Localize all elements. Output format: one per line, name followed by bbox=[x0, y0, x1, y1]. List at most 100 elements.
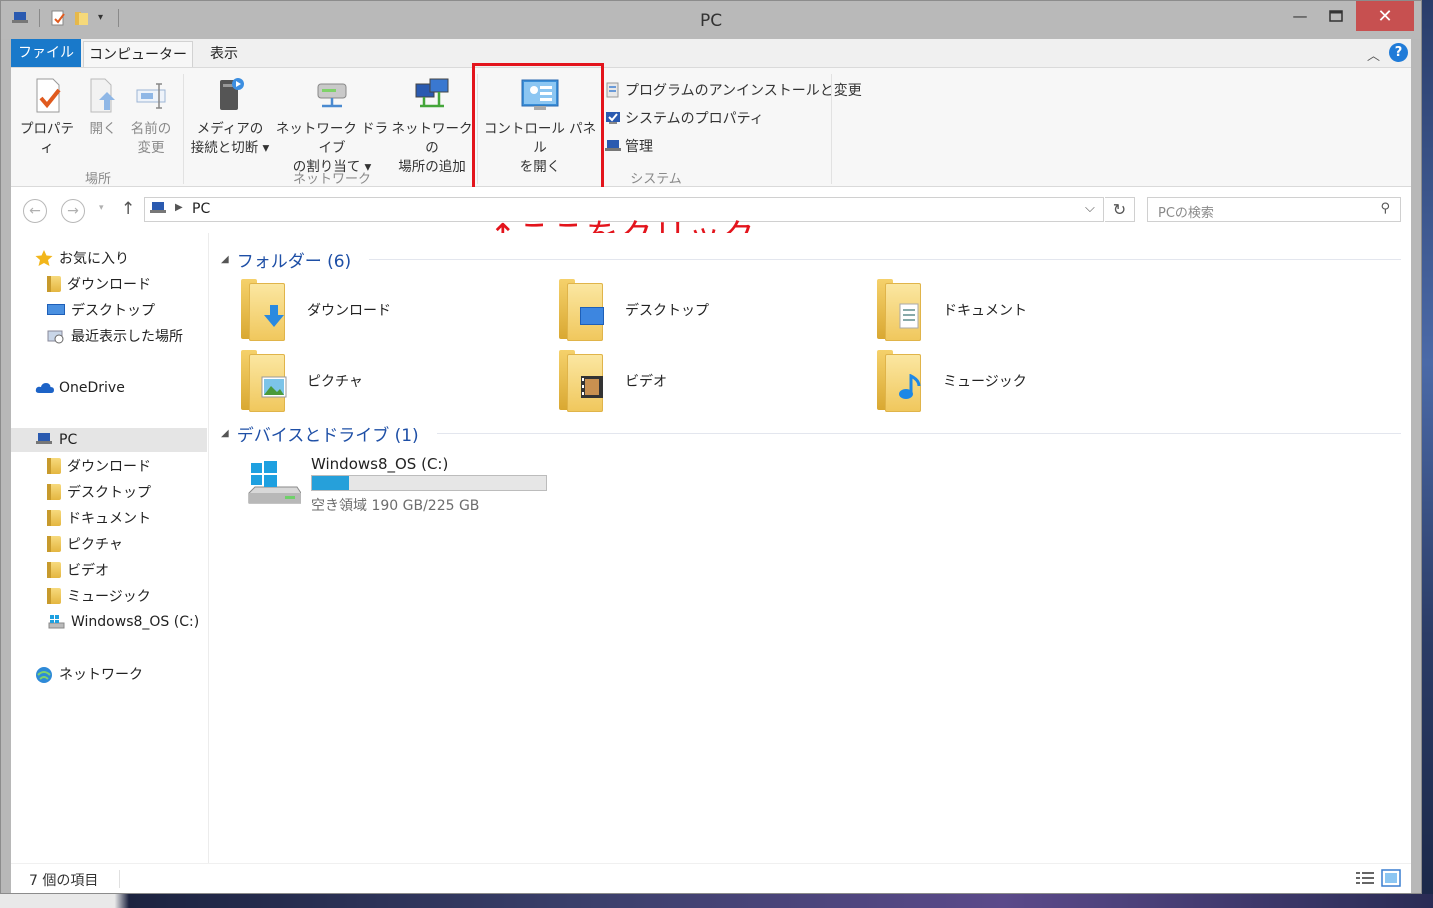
address-dropdown-icon[interactable]: ⌵ bbox=[1085, 201, 1095, 216]
tab-computer[interactable]: コンピューター bbox=[83, 41, 193, 67]
rename-button[interactable]: 名前の 変更 bbox=[125, 76, 177, 158]
nav-pc-music[interactable]: ミュージック bbox=[47, 584, 151, 608]
nav-pc-downloads[interactable]: ダウンロード bbox=[47, 454, 151, 478]
network-icon bbox=[35, 666, 53, 683]
open-button[interactable]: 開く bbox=[83, 76, 123, 139]
window-title: PC bbox=[699, 11, 723, 31]
properties-button[interactable]: プロパティ bbox=[15, 76, 79, 158]
status-bar: 7 個の項目 bbox=[11, 863, 1411, 893]
folder-music[interactable]: ミュージック bbox=[877, 350, 1027, 412]
manage-button[interactable]: 管理 bbox=[605, 136, 653, 156]
onedrive-icon bbox=[35, 380, 54, 396]
address-path[interactable]: PC bbox=[192, 201, 210, 217]
folder-downloads[interactable]: ダウンロード bbox=[241, 279, 391, 341]
music-folder-icon bbox=[877, 350, 925, 412]
content-pane: ◢ フォルダー (6) ダウンロード デスクトップ ドキュメント ピクチャ ビデ… bbox=[221, 233, 1411, 863]
uninstall-program-button[interactable]: プログラムのアンインストールと変更 bbox=[605, 80, 862, 100]
rename-icon bbox=[133, 76, 169, 114]
map-network-drive-button[interactable]: ネットワーク ドライブ の割り当て ▾ bbox=[273, 76, 391, 177]
large-icons-view-icon[interactable] bbox=[1381, 869, 1401, 887]
desktop-background bbox=[1422, 0, 1433, 908]
collapse-triangle-icon[interactable]: ◢ bbox=[221, 254, 229, 265]
tab-view[interactable]: 表示 bbox=[201, 41, 247, 67]
nav-fav-recent-places[interactable]: 最近表示した場所 bbox=[47, 324, 183, 348]
desktop-icon bbox=[47, 302, 65, 318]
explorer-window: ▾ PC — ✕ ファイル コンピューター 表示 ︿ ? プロパティ 開く 名前… bbox=[0, 0, 1422, 894]
drive-name: Windows8_OS (C:) bbox=[311, 455, 449, 473]
pc-icon bbox=[149, 201, 167, 217]
nav-network[interactable]: ネットワーク bbox=[35, 662, 143, 686]
search-placeholder: PCの検索 bbox=[1158, 206, 1214, 221]
network-location-icon bbox=[414, 76, 450, 114]
media-connect-button[interactable]: メディアの 接続と切断 ▾ bbox=[187, 76, 273, 158]
pictures-folder-icon bbox=[241, 350, 289, 412]
drive-usage-fill bbox=[312, 476, 350, 490]
annotation-highlight-box bbox=[472, 63, 604, 196]
nav-fav-downloads[interactable]: ダウンロード bbox=[47, 272, 151, 296]
close-button[interactable]: ✕ bbox=[1356, 1, 1414, 31]
drive-icon bbox=[47, 614, 65, 630]
desktop-folder-icon bbox=[559, 279, 607, 341]
star-icon bbox=[35, 250, 53, 266]
maximize-button[interactable] bbox=[1319, 1, 1353, 31]
open-icon bbox=[85, 76, 121, 114]
folders-section-header[interactable]: ◢ フォルダー (6) bbox=[221, 247, 1401, 272]
search-icon[interactable]: ⚲ bbox=[1380, 201, 1390, 216]
refresh-button[interactable]: ↻ bbox=[1105, 197, 1135, 222]
ribbon: プロパティ 開く 名前の 変更 場所 メディアの 接続と切断 ▾ ネットワーク … bbox=[11, 67, 1411, 187]
folder-pictures[interactable]: ピクチャ bbox=[241, 350, 363, 412]
nav-pc-desktop[interactable]: デスクトップ bbox=[47, 480, 151, 504]
help-icon[interactable]: ? bbox=[1389, 43, 1408, 62]
status-separator bbox=[119, 870, 120, 888]
tab-file[interactable]: ファイル bbox=[11, 39, 81, 67]
up-button[interactable]: ↑ bbox=[121, 199, 135, 219]
videos-folder-icon bbox=[559, 350, 607, 412]
devices-section-header[interactable]: ◢ デバイスとドライブ (1) bbox=[221, 421, 1401, 446]
folder-icon bbox=[47, 536, 61, 552]
nav-onedrive[interactable]: OneDrive bbox=[35, 376, 125, 400]
minimize-button[interactable]: — bbox=[1283, 1, 1317, 31]
group-label-network: ネットワーク bbox=[292, 172, 371, 187]
title-bar: ▾ PC — ✕ bbox=[1, 1, 1421, 39]
nav-pc-drive-c[interactable]: Windows8_OS (C:) bbox=[47, 610, 199, 634]
group-separator bbox=[831, 74, 832, 184]
nav-pc-videos[interactable]: ビデオ bbox=[47, 558, 109, 582]
folder-desktop[interactable]: デスクトップ bbox=[559, 279, 709, 341]
collapse-ribbon-icon[interactable]: ︿ bbox=[1367, 45, 1380, 64]
pc-icon bbox=[35, 432, 53, 448]
main-area: お気に入り ダウンロード デスクトップ 最近表示した場所 OneDrive PC bbox=[11, 233, 1411, 863]
collapse-triangle-icon[interactable]: ◢ bbox=[221, 428, 229, 439]
chevron-right-icon[interactable]: ▶ bbox=[175, 202, 183, 213]
nav-pc-documents[interactable]: ドキュメント bbox=[47, 506, 151, 530]
documents-folder-icon bbox=[877, 279, 925, 341]
nav-favorites[interactable]: お気に入り bbox=[35, 246, 129, 270]
system-properties-icon bbox=[605, 110, 621, 126]
navigation-pane: お気に入り ダウンロード デスクトップ 最近表示した場所 OneDrive PC bbox=[11, 233, 209, 863]
drive-usage-bar bbox=[311, 475, 547, 491]
downloads-folder-icon bbox=[241, 279, 289, 341]
media-server-icon bbox=[212, 76, 248, 114]
network-drive-icon bbox=[314, 76, 350, 114]
folder-icon bbox=[47, 484, 61, 500]
back-button[interactable]: ← bbox=[23, 199, 47, 223]
folder-icon bbox=[47, 510, 61, 526]
group-separator bbox=[183, 74, 184, 184]
nav-pc-pictures[interactable]: ピクチャ bbox=[47, 532, 123, 556]
folder-documents[interactable]: ドキュメント bbox=[877, 279, 1027, 341]
forward-button[interactable]: → bbox=[61, 199, 85, 223]
item-count: 7 個の項目 bbox=[29, 873, 99, 889]
properties-icon bbox=[29, 76, 65, 114]
folder-icon bbox=[47, 562, 61, 578]
search-input[interactable]: PCの検索 ⚲ bbox=[1147, 197, 1401, 222]
recent-locations-dropdown[interactable]: ▾ bbox=[99, 203, 104, 213]
nav-pc[interactable]: PC bbox=[11, 428, 207, 452]
nav-fav-desktop[interactable]: デスクトップ bbox=[47, 298, 155, 322]
drive-free-space: 空き領域 190 GB/225 GB bbox=[311, 498, 480, 514]
folder-icon bbox=[47, 588, 61, 604]
windows-drive-icon bbox=[245, 461, 302, 513]
programs-icon bbox=[605, 82, 621, 98]
system-properties-button[interactable]: システムのプロパティ bbox=[605, 108, 764, 128]
details-view-icon[interactable] bbox=[1355, 869, 1375, 887]
add-network-location-button[interactable]: ネットワークの 場所の追加 bbox=[391, 76, 473, 177]
folder-videos[interactable]: ビデオ bbox=[559, 350, 667, 412]
